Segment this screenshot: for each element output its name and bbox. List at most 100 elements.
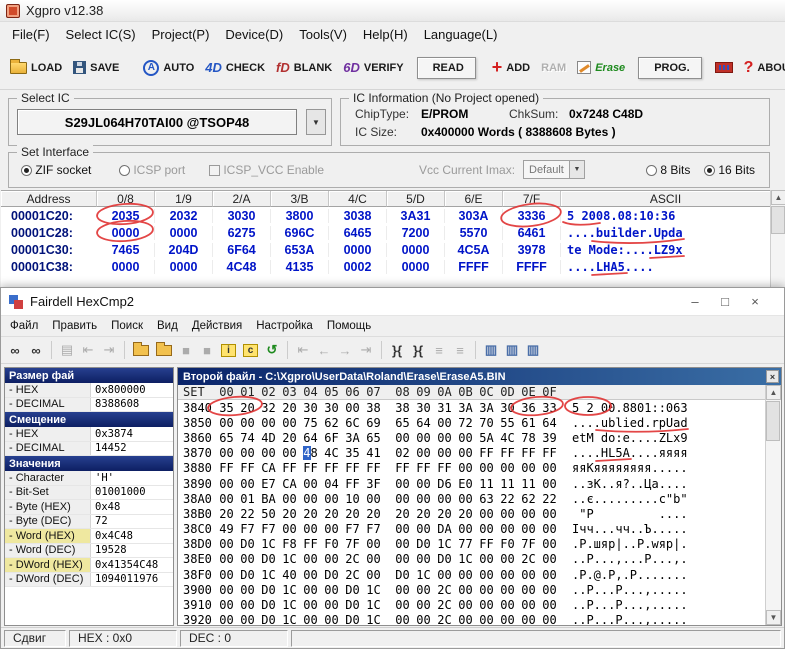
- hex-byte[interactable]: FF: [300, 461, 321, 475]
- ascii-cell[interactable]: ..Р...Р...,.....: [572, 598, 688, 612]
- auto-button[interactable]: AAUTO: [139, 58, 198, 78]
- hex-byte[interactable]: 20: [216, 507, 237, 521]
- hexcmp-titlebar[interactable]: Fairdell HexCmp2 – □ ×: [1, 288, 784, 315]
- chip-button[interactable]: [711, 60, 737, 75]
- hex-byte[interactable]: D0: [258, 598, 279, 612]
- hex-byte[interactable]: 4C: [497, 431, 518, 445]
- read-button[interactable]: READ: [417, 57, 476, 79]
- hex-byte[interactable]: 00: [539, 537, 560, 551]
- word-cell[interactable]: 6F64: [213, 243, 271, 257]
- hex-byte[interactable]: 00: [237, 477, 258, 491]
- hex-byte[interactable]: 31: [434, 401, 455, 415]
- hex-byte[interactable]: D0: [342, 583, 363, 597]
- hex-byte[interactable]: 00: [392, 537, 413, 551]
- hex-byte[interactable]: 00: [539, 522, 560, 536]
- hex-byte[interactable]: 00: [392, 477, 413, 491]
- hex-byte[interactable]: 00: [279, 522, 300, 536]
- hex-byte[interactable]: 00: [216, 492, 237, 506]
- hex-byte[interactable]: 00: [237, 416, 258, 430]
- hex-byte[interactable]: 00: [455, 492, 476, 506]
- hex-byte[interactable]: F7: [237, 522, 258, 536]
- hex-byte[interactable]: FF: [518, 446, 539, 460]
- hex-byte[interactable]: 00: [413, 583, 434, 597]
- hex-byte[interactable]: 00: [497, 568, 518, 582]
- hex-byte[interactable]: 00: [392, 492, 413, 506]
- hex-byte[interactable]: F8: [279, 537, 300, 551]
- hex-byte[interactable]: E7: [258, 477, 279, 491]
- view-words-icon[interactable]: ▥: [502, 341, 522, 360]
- hex-scrollbar[interactable]: [765, 385, 781, 625]
- word-cell[interactable]: 5570: [445, 226, 503, 240]
- hex-byte[interactable]: 00: [539, 583, 560, 597]
- hex-byte[interactable]: 20: [237, 401, 258, 415]
- hex-byte[interactable]: 00: [300, 477, 321, 491]
- hexcmp-menu-item[interactable]: Вид: [150, 318, 185, 334]
- hex-byte[interactable]: E0: [455, 477, 476, 491]
- hexcmp-menu-item[interactable]: Действия: [185, 318, 249, 334]
- sync-scroll-icon[interactable]: }{: [387, 341, 407, 360]
- hex-editor-area[interactable]: 384035203220303000383830313A3A3036335 2 …: [178, 400, 765, 625]
- hex-byte[interactable]: 00: [321, 598, 342, 612]
- word-cell[interactable]: 0000: [155, 226, 213, 240]
- chevron-down-icon[interactable]: [569, 161, 584, 178]
- hex-byte[interactable]: FF: [539, 446, 560, 460]
- hex-byte[interactable]: 00: [300, 552, 321, 566]
- save-button[interactable]: SAVE: [69, 59, 123, 76]
- ascii-cell[interactable]: .Р.шяр|..Р.wяр|.: [572, 537, 688, 551]
- hex-byte[interactable]: D0: [392, 568, 413, 582]
- hex-byte[interactable]: 3A: [455, 401, 476, 415]
- hex-byte[interactable]: FF: [237, 461, 258, 475]
- refresh-compare-icon[interactable]: ↺: [262, 341, 282, 360]
- word-cell[interactable]: 0002: [329, 260, 387, 274]
- hex-byte[interactable]: 1C: [258, 537, 279, 551]
- hex-byte[interactable]: 00: [518, 568, 539, 582]
- property-row[interactable]: - HEX0x800000: [5, 383, 173, 398]
- hex-byte[interactable]: 20: [434, 507, 455, 521]
- hex-byte[interactable]: 20: [392, 507, 413, 521]
- word-cell[interactable]: 3038: [329, 209, 387, 223]
- hex-byte[interactable]: D0: [342, 598, 363, 612]
- hex-row[interactable]: 387000000000484C354102000000FFFFFFFF....…: [178, 446, 765, 461]
- hex-byte[interactable]: BA: [258, 492, 279, 506]
- ascii-cell[interactable]: ..Р...Р...,.....: [572, 613, 688, 625]
- hex-byte[interactable]: 38: [363, 401, 384, 415]
- hex-byte[interactable]: 2C: [434, 598, 455, 612]
- hex-byte[interactable]: 11: [476, 477, 497, 491]
- hex-byte[interactable]: 20: [279, 431, 300, 445]
- hex-byte[interactable]: 41: [363, 446, 384, 460]
- hex-byte[interactable]: F7: [258, 522, 279, 536]
- hex-byte[interactable]: D0: [258, 552, 279, 566]
- hex-byte[interactable]: 35: [216, 401, 237, 415]
- hex-byte[interactable]: 1C: [363, 583, 384, 597]
- hex-byte[interactable]: 00: [455, 431, 476, 445]
- hex-byte[interactable]: 00: [518, 522, 539, 536]
- hex-byte[interactable]: 00: [455, 522, 476, 536]
- hex-byte[interactable]: FF: [392, 461, 413, 475]
- hex-byte[interactable]: 1C: [434, 537, 455, 551]
- hex-byte[interactable]: 3F: [363, 477, 384, 491]
- ascii-cell[interactable]: Iчч...чч..Ъ.....: [572, 522, 688, 536]
- property-row[interactable]: - Byte (HEX)0x48: [5, 500, 173, 515]
- hex-byte[interactable]: 00: [300, 522, 321, 536]
- ascii-cell[interactable]: "P ....: [572, 507, 688, 521]
- hex-byte[interactable]: FF: [497, 446, 518, 460]
- hex-byte[interactable]: 70: [476, 416, 497, 430]
- hex-byte[interactable]: 00: [434, 446, 455, 460]
- 8-bits-radio[interactable]: [646, 165, 657, 176]
- hex-byte[interactable]: 3A: [476, 401, 497, 415]
- blank-button[interactable]: fDBLANK: [272, 58, 336, 77]
- word-cell[interactable]: 0000: [387, 243, 445, 257]
- hex-byte[interactable]: 78: [518, 431, 539, 445]
- hex-byte[interactable]: 00: [476, 598, 497, 612]
- hex-byte[interactable]: 00: [237, 446, 258, 460]
- sync-offset-icon[interactable]: }{: [408, 341, 428, 360]
- hex-byte[interactable]: 00: [237, 613, 258, 625]
- hex-byte[interactable]: FF: [216, 461, 237, 475]
- open-second-file-icon[interactable]: [156, 345, 172, 356]
- hex-byte[interactable]: 65: [392, 416, 413, 430]
- hex-byte[interactable]: 00: [216, 416, 237, 430]
- hex-byte[interactable]: 20: [279, 401, 300, 415]
- ascii-cell[interactable]: ..Р...,...Р...,.: [572, 552, 688, 566]
- select-ic-combo[interactable]: S29JL064H70TAI00 @TSOP48: [17, 109, 297, 135]
- hex-row[interactable]: 38900000E7CA0004FF3F0000D6E011111100..зК…: [178, 476, 765, 491]
